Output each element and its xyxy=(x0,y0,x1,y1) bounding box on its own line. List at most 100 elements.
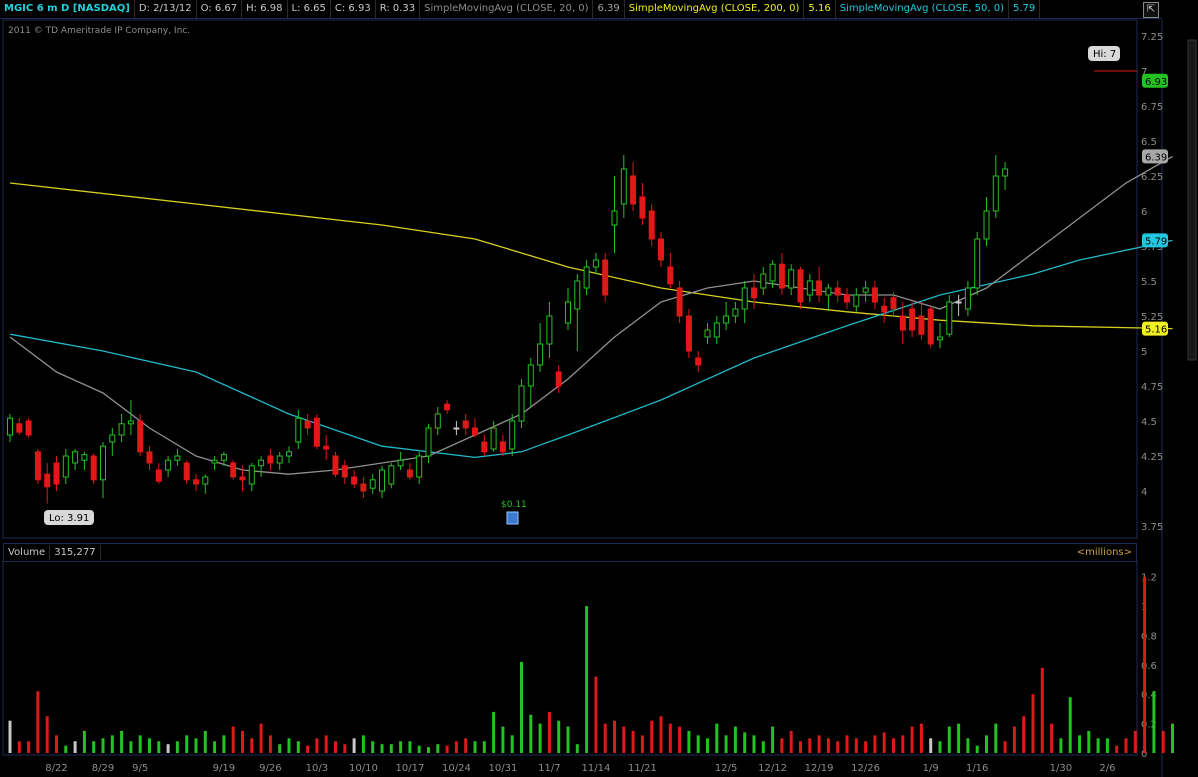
volume-bar xyxy=(82,730,86,753)
candle-down xyxy=(25,420,32,436)
volume-bar xyxy=(585,606,589,753)
candle-up xyxy=(862,287,869,293)
candle-up xyxy=(741,287,748,310)
candle-up xyxy=(248,465,255,485)
volume-bar xyxy=(203,730,207,753)
candle-up xyxy=(100,445,106,481)
candle-down xyxy=(239,476,246,481)
volume-bar xyxy=(826,738,830,753)
candle-up xyxy=(388,465,395,485)
volume-bar xyxy=(1133,730,1137,753)
candle-down xyxy=(323,445,330,450)
dividend-label: $0.11 xyxy=(501,500,527,510)
volume-bar xyxy=(1143,576,1147,753)
volume-bar xyxy=(994,723,998,753)
volume-bar xyxy=(371,741,375,753)
date-tick-label: 11/14 xyxy=(581,763,610,774)
date-tick-label: 10/31 xyxy=(488,763,517,774)
candle-up xyxy=(546,315,553,345)
candle-down xyxy=(267,455,274,464)
volume-bar xyxy=(947,726,951,753)
candle-up xyxy=(72,451,79,464)
volume-bar xyxy=(315,738,319,753)
dividend-icon xyxy=(506,511,519,525)
sma50-line xyxy=(9,239,1173,459)
candle-up xyxy=(974,238,981,289)
volume-bar xyxy=(101,738,105,753)
candle-up xyxy=(397,459,404,467)
volume-bar xyxy=(241,730,244,753)
volume-bar xyxy=(64,745,68,753)
date-tick-label: 9/26 xyxy=(259,763,281,774)
volume-label[interactable]: Volume xyxy=(4,545,51,560)
volume-bar xyxy=(975,745,979,753)
candle-up xyxy=(620,168,627,205)
volume-bar xyxy=(501,726,505,753)
candle-up xyxy=(7,417,13,436)
candle-down xyxy=(53,462,60,485)
candle-up xyxy=(537,343,544,366)
candle-up xyxy=(369,479,376,489)
volume-bar xyxy=(622,726,626,753)
volume-bar xyxy=(836,741,840,753)
volume-bar xyxy=(306,745,310,753)
sma50-study-label[interactable]: SimpleMovingAvg (CLOSE, 50, 0) xyxy=(836,0,1009,18)
price-tick-label: 4.75 xyxy=(1141,382,1163,393)
sma200-study-label[interactable]: SimpleMovingAvg (CLOSE, 200, 0) xyxy=(625,0,805,18)
price-tick-label: 5 xyxy=(1141,347,1147,358)
date-tick-label: 12/19 xyxy=(805,763,834,774)
candle-down xyxy=(351,476,358,485)
volume-bar xyxy=(380,744,384,753)
price-tick-label: 7.25 xyxy=(1141,32,1163,43)
symbol-label[interactable]: MGIC 6 m D [NASDAQ] xyxy=(0,0,135,18)
candle-up xyxy=(723,315,730,324)
candle-down xyxy=(183,462,190,481)
candle-up xyxy=(1002,168,1009,177)
date-tick-label: 10/17 xyxy=(395,763,424,774)
candle-down xyxy=(472,427,478,436)
volume-bar xyxy=(1022,716,1026,753)
candle-down xyxy=(332,455,339,475)
candle-up xyxy=(565,301,571,324)
candle-up xyxy=(518,385,525,422)
maximize-icon[interactable]: ⇱ xyxy=(1143,2,1159,18)
candle-down xyxy=(341,465,348,478)
candle-down xyxy=(304,420,311,429)
volume-bar xyxy=(761,741,765,753)
volume-bar xyxy=(557,720,561,753)
volume-bar xyxy=(1078,735,1081,753)
candle-up xyxy=(81,454,88,461)
price-badge: 5.79 xyxy=(1145,236,1167,247)
candle-up xyxy=(527,364,534,387)
candle-down xyxy=(137,420,144,453)
volume-bar xyxy=(575,744,579,753)
volume-bar xyxy=(427,747,430,753)
candle-down xyxy=(685,315,692,352)
volume-bar xyxy=(510,735,514,753)
volume-bar xyxy=(650,720,654,753)
candle-down xyxy=(90,455,97,481)
date-tick-label: 12/12 xyxy=(758,763,787,774)
volume-bar xyxy=(603,723,607,753)
candle-up xyxy=(258,459,265,467)
candle-down xyxy=(444,403,451,411)
candle-up xyxy=(825,287,832,296)
candle-up xyxy=(583,266,590,289)
candle-down xyxy=(909,308,916,331)
volume-bar xyxy=(120,730,124,753)
volume-bar xyxy=(194,738,198,753)
volume-bar xyxy=(45,716,49,753)
date-tick-label: 11/7 xyxy=(538,763,560,774)
volume-bar xyxy=(1059,738,1063,753)
sma20-study-label[interactable]: SimpleMovingAvg (CLOSE, 20, 0) xyxy=(420,0,594,18)
candle-down xyxy=(834,287,841,296)
volume-bar xyxy=(287,738,291,753)
candle-up xyxy=(416,455,423,478)
volume-bar xyxy=(547,711,551,753)
high-label: H: 6.98 xyxy=(242,0,288,18)
date-tick-label: 9/5 xyxy=(132,763,148,774)
volume-bar xyxy=(278,744,282,753)
low-label: L: 6.65 xyxy=(288,0,331,18)
volume-bar xyxy=(743,732,747,753)
volume-bar xyxy=(73,741,77,753)
